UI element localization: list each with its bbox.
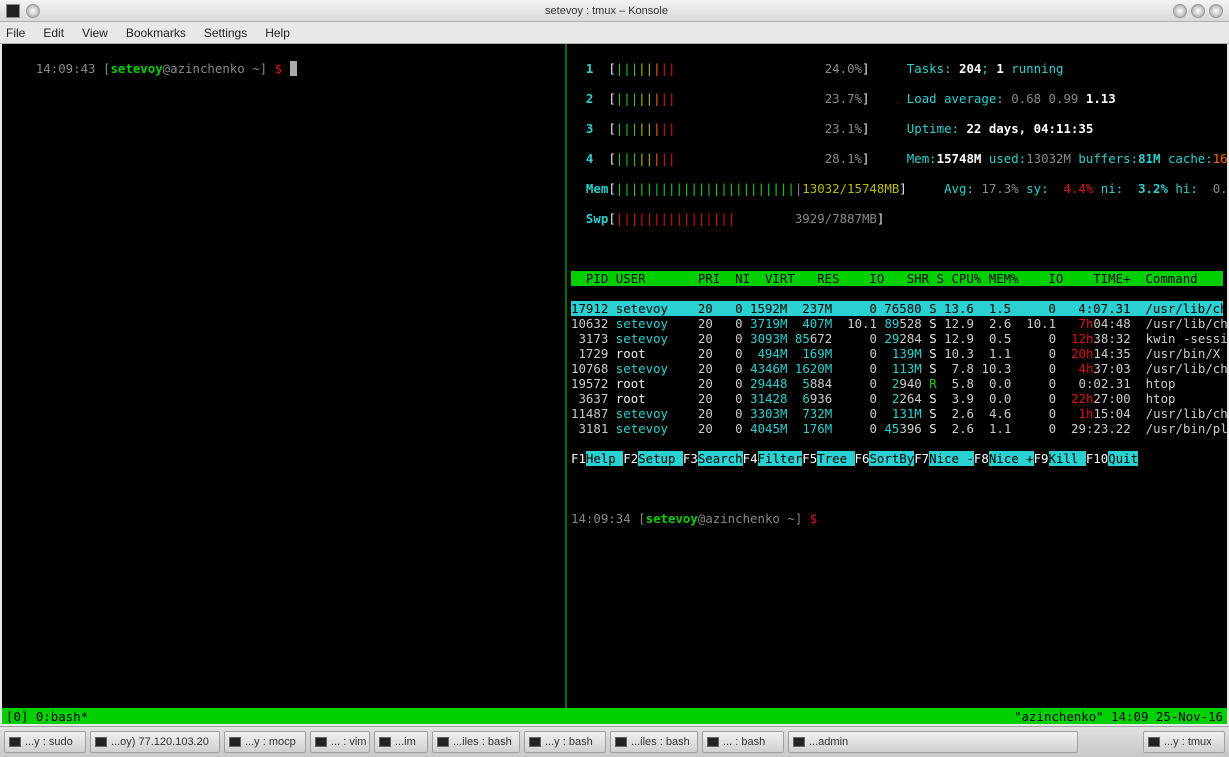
htop-row[interactable]: 19572 root 20 0 29448 5884 0 2940 R 5.8 …	[571, 376, 1223, 391]
cpu-bar-4: 4 [|||||||| 28.1%] Mem:15748M used:13032…	[571, 151, 1223, 166]
task-item-active[interactable]: ...y : tmux	[1143, 731, 1225, 753]
menu-bookmarks[interactable]: Bookmarks	[126, 26, 186, 40]
blank-row	[571, 241, 1223, 256]
htop-row[interactable]: 11487 setevoy 20 0 3303M 732M 0 131M S 2…	[571, 406, 1223, 421]
swap-bar: Swp[|||||||||||||||| 3929/7887MB]	[571, 211, 1223, 226]
task-item[interactable]: ...iles : bash	[432, 731, 520, 753]
prompt-host: @azinchenko ~	[163, 61, 260, 76]
menu-settings[interactable]: Settings	[204, 26, 247, 40]
app-icon	[6, 4, 20, 18]
right-prompt: 14:09:34 [setevoy@azinchenko ~] $	[571, 511, 1223, 526]
terminal-icon	[615, 737, 627, 747]
terminal-icon	[9, 737, 21, 747]
maximize-button[interactable]	[1191, 4, 1205, 18]
blank-row	[571, 481, 1223, 496]
cpu-bar-3: 3 [|||||||| 23.1%] Uptime: 22 days, 04:1…	[571, 121, 1223, 136]
menubar: File Edit View Bookmarks Settings Help	[0, 22, 1229, 44]
task-item[interactable]: ... : bash	[702, 731, 784, 753]
tmux-statusbar[interactable]: [0] 0:bash* "azinchenko" 14:09 25-Nov-16	[2, 708, 1227, 724]
terminal-icon	[315, 737, 327, 747]
menu-help[interactable]: Help	[265, 26, 290, 40]
task-item[interactable]: ...iles : bash	[610, 731, 698, 753]
task-item[interactable]: ... : vim	[310, 731, 370, 753]
menu-edit[interactable]: Edit	[43, 26, 64, 40]
window-titlebar: setevoy : tmux – Konsole	[0, 0, 1229, 22]
mem-bar: Mem[|||||||||||||||||||||||||13032/15748…	[571, 181, 1223, 196]
cpu-bar-2: 2 [|||||||| 23.7%] Load average: 0.68 0.…	[571, 91, 1223, 106]
terminal-icon	[529, 737, 541, 747]
task-item[interactable]: ...im	[374, 731, 428, 753]
terminal-icon	[707, 737, 719, 747]
cursor	[290, 61, 297, 76]
task-item[interactable]: ...y : mocp	[224, 731, 306, 753]
htop-row[interactable]: 10632 setevoy 20 0 3719M 407M 10.1 89528…	[571, 316, 1223, 331]
desktop-taskbar: ...y : sudo ...oy) 77.120.103.20 ...y : …	[0, 726, 1229, 757]
close-button[interactable]	[1209, 4, 1223, 18]
htop-row[interactable]: 1729 root 20 0 494M 169M 0 139M S 10.3 1…	[571, 346, 1223, 361]
task-item[interactable]: ...y : sudo	[4, 731, 86, 753]
window-title: setevoy : tmux – Konsole	[40, 5, 1173, 17]
window-button[interactable]	[26, 4, 40, 18]
task-item[interactable]: ...admin	[788, 731, 1078, 753]
htop-header-row[interactable]: PID USER PRI NI VIRT RES IO SHR S CPU% M…	[571, 271, 1223, 286]
terminal-icon	[1148, 737, 1160, 747]
terminal-icon	[379, 737, 391, 747]
terminal[interactable]: 14:09:43 [setevoy@azinchenko ~] $ 1 [|||…	[2, 44, 1227, 724]
cpu-bar-1: 1 [|||||||| 24.0%] Tasks: 204; 1 running	[571, 61, 1223, 76]
htop-fkeys[interactable]: F1Help F2Setup F3SearchF4FilterF5Tree F6…	[571, 451, 1223, 466]
task-item[interactable]: ...y : bash	[524, 731, 606, 753]
prompt-time: 14:09:43	[36, 61, 96, 76]
prompt-dollar: $	[275, 61, 282, 76]
tmux-status-right: "azinchenko" 14:09 25-Nov-16	[1014, 709, 1223, 724]
task-item[interactable]: ...oy) 77.120.103.20	[90, 731, 220, 753]
htop-row[interactable]: 3181 setevoy 20 0 4045M 176M 0 45396 S 2…	[571, 421, 1223, 436]
htop-row[interactable]: 17912 setevoy 20 0 1592M 237M 0 76580 S …	[571, 301, 1223, 316]
htop-row[interactable]: 3637 root 20 0 31428 6936 0 2264 S 3.9 0…	[571, 391, 1223, 406]
prompt-user: setevoy	[110, 61, 162, 76]
tmux-status-left: [0] 0:bash*	[6, 709, 88, 724]
menu-file[interactable]: File	[6, 26, 25, 40]
htop-row[interactable]: 10768 setevoy 20 0 4346M 1620M 0 113M S …	[571, 361, 1223, 376]
tmux-pane-left[interactable]: 14:09:43 [setevoy@azinchenko ~] $	[2, 44, 565, 708]
terminal-icon	[793, 737, 805, 747]
terminal-icon	[95, 737, 107, 747]
htop-row[interactable]: 3173 setevoy 20 0 3093M 85672 0 29284 S …	[571, 331, 1223, 346]
tmux-pane-htop[interactable]: 1 [|||||||| 24.0%] Tasks: 204; 1 running…	[567, 44, 1227, 708]
terminal-icon	[437, 737, 449, 747]
terminal-icon	[229, 737, 241, 747]
minimize-button[interactable]	[1173, 4, 1187, 18]
menu-view[interactable]: View	[82, 26, 108, 40]
